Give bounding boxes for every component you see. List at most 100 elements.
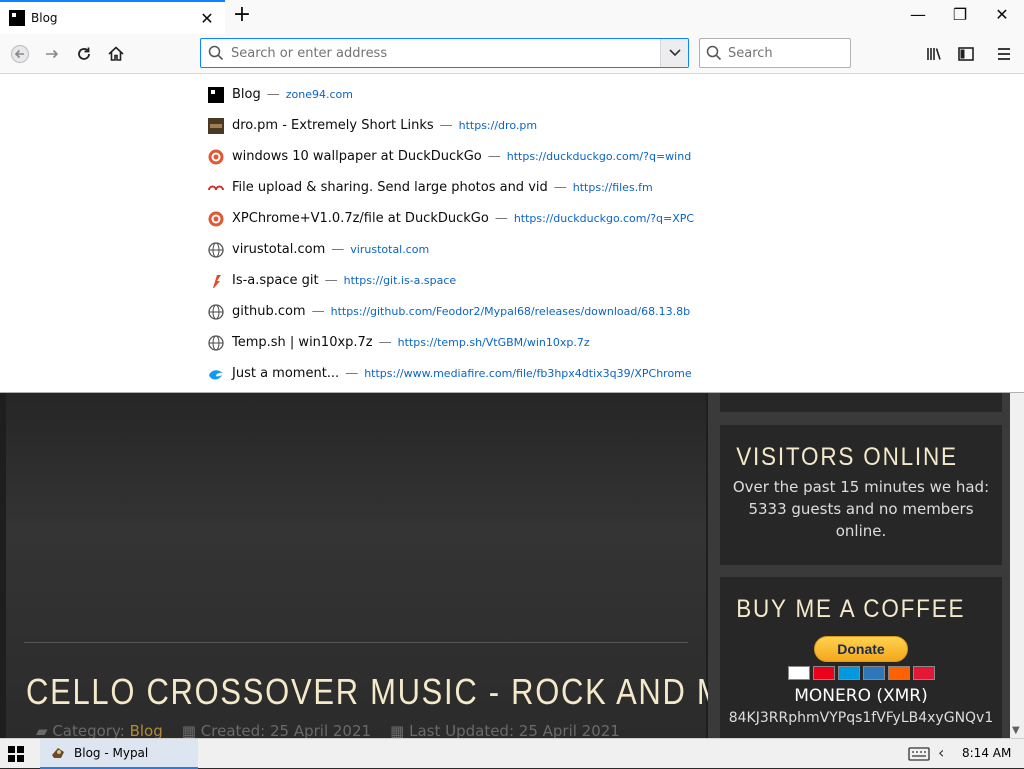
forward-button[interactable]: [38, 40, 66, 68]
article-title[interactable]: CELLO CROSSOVER MUSIC - ROCK AND METAL: [26, 671, 806, 713]
hamburger-menu-icon: [998, 48, 1010, 60]
created-date: Created: 25 April 2021: [200, 722, 372, 738]
autocomplete-item[interactable]: Just a moment... — https://www.mediafire…: [200, 358, 700, 389]
sidebar-toggle-button[interactable]: [952, 40, 980, 68]
maestro-icon: [837, 666, 860, 680]
discover-icon: [887, 666, 910, 680]
coin-address[interactable]: 84KJ3RRphmVYPqs1fVFyLB4xyGNQv1: [720, 710, 1002, 726]
item-separator: —: [311, 304, 325, 319]
unionpay-icon: [912, 666, 935, 680]
keyboard-icon[interactable]: [908, 745, 930, 763]
visitors-widget: VISITORS ONLINE Over the past 15 minutes…: [720, 425, 1002, 565]
autocomplete-item[interactable]: Blog — zone94.com: [200, 79, 700, 110]
autocomplete-item[interactable]: dro.pm - Extremely Short Links — https:/…: [200, 110, 700, 141]
autocomplete-item[interactable]: File upload & sharing. Send large photos…: [200, 172, 700, 203]
menu-button[interactable]: [990, 40, 1018, 68]
visa-icon: [787, 666, 810, 680]
autocomplete-item[interactable]: Is-a.space git — https://git.is-a.space: [200, 265, 700, 296]
reload-icon: [78, 47, 90, 60]
sidebar-icon: [958, 47, 974, 61]
article-meta: ▰ Category: Blog ▦ Created: 25 April 202…: [36, 722, 620, 738]
duckduckgo-icon: [208, 149, 224, 165]
updated-date: Last Updated: 25 April 2021: [409, 722, 620, 738]
item-title: File upload & sharing. Send large photos…: [232, 180, 548, 195]
item-separator: —: [487, 149, 501, 164]
url-dropdown-button[interactable]: [660, 39, 688, 67]
category-link[interactable]: Blog: [130, 722, 163, 738]
folder-icon: ▰: [36, 722, 53, 738]
start-button[interactable]: [0, 739, 32, 769]
back-arrow-icon: [11, 45, 29, 63]
item-separator: —: [439, 118, 453, 133]
git-icon: [208, 273, 224, 289]
mediafire-icon: [208, 366, 224, 382]
widget-top: [720, 393, 1002, 412]
taskbar-clock[interactable]: 8:14 AM: [962, 746, 1011, 760]
restore-button[interactable]: ❐: [940, 4, 980, 28]
article-area: CELLO CROSSOVER MUSIC - ROCK AND METAL ▰…: [6, 393, 805, 738]
item-title: XPChrome+V1.0.7z/file at DuckDuckGo: [232, 211, 489, 226]
item-separator: —: [378, 335, 392, 350]
item-separator: —: [266, 87, 280, 102]
mypal-app-icon: [52, 748, 64, 758]
autocomplete-item[interactable]: virustotal.com — virustotal.com: [200, 234, 700, 265]
reload-button[interactable]: [70, 40, 98, 68]
autocomplete-popup: Blog — zone94.com dro.pm - Extremely Sho…: [0, 74, 1024, 393]
search-bar[interactable]: [699, 38, 851, 68]
coffee-widget: BUY ME A COFFEE Donate MONERO (XMR) 84KJ…: [720, 577, 1002, 738]
url-input[interactable]: [231, 45, 660, 61]
globe-icon: [208, 241, 224, 258]
minimize-button[interactable]: —: [898, 4, 938, 28]
taskbar-app-mypal[interactable]: Blog - Mypal: [40, 739, 198, 769]
files-fm-icon: [208, 180, 224, 196]
tray-expand-icon[interactable]: ‹: [938, 743, 944, 762]
coin-name: MONERO (XMR): [794, 686, 928, 706]
item-title: windows 10 wallpaper at DuckDuckGo: [232, 149, 482, 164]
url-bar[interactable]: [200, 38, 689, 68]
item-url: https://temp.sh/VtGBM/win10xp.7z: [397, 336, 590, 349]
scroll-down-icon[interactable]: ▼: [1012, 725, 1020, 736]
page-sidebar: VISITORS ONLINE Over the past 15 minutes…: [708, 393, 1010, 738]
blog-favicon-icon: [9, 10, 25, 26]
taskbar: Blog - Mypal ‹ 8:14 AM: [0, 738, 1024, 769]
autocomplete-item[interactable]: Temp.sh | win10xp.7z — https://temp.sh/V…: [200, 327, 700, 358]
duckduckgo-icon: [208, 211, 224, 227]
library-icon: [927, 48, 941, 60]
black-square-icon: [208, 86, 224, 103]
web-page: CELLO CROSSOVER MUSIC - ROCK AND METAL ▰…: [0, 393, 1024, 738]
window-close-button[interactable]: ✕: [982, 4, 1022, 28]
search-icon: [201, 45, 231, 61]
item-separator: —: [331, 242, 345, 257]
donate-button[interactable]: Donate: [814, 636, 908, 662]
autocomplete-item[interactable]: XPChrome+V1.0.7z/file at DuckDuckGo — ht…: [200, 203, 700, 234]
tab-close-button[interactable]: ✕: [197, 9, 217, 28]
search-input[interactable]: [728, 45, 838, 61]
dro-pm-icon: [208, 117, 224, 134]
navigation-toolbar: [0, 34, 1024, 74]
coffee-title: BUY ME A COFFEE: [736, 595, 966, 623]
autocomplete-item[interactable]: github.com — https://github.com/Feodor2/…: [200, 296, 700, 327]
item-title: Just a moment...: [232, 366, 340, 381]
globe-icon: [208, 303, 224, 320]
item-separator: —: [324, 273, 338, 288]
mastercard-icon: [812, 666, 835, 680]
home-button[interactable]: [102, 40, 130, 68]
calendar-icon: ▦: [167, 722, 201, 738]
tab-blog[interactable]: Blog ✕: [0, 0, 225, 34]
new-tab-button[interactable]: +: [230, 4, 254, 28]
item-title: Temp.sh | win10xp.7z: [232, 335, 373, 350]
item-url: virustotal.com: [350, 243, 430, 256]
amex-icon: [862, 666, 885, 680]
item-url: https://github.com/Feodor2/Mypal68/relea…: [330, 305, 691, 318]
visitors-text: Over the past 15 minutes we had: 5333 gu…: [732, 478, 990, 540]
visitors-title: VISITORS ONLINE: [736, 443, 958, 471]
library-button[interactable]: [920, 40, 948, 68]
autocomplete-item[interactable]: windows 10 wallpaper at DuckDuckGo — htt…: [200, 141, 700, 172]
item-separator: —: [494, 211, 508, 226]
back-button[interactable]: [6, 40, 34, 68]
chevron-down-icon: [668, 49, 681, 57]
item-title: virustotal.com: [232, 242, 326, 257]
home-icon: [108, 46, 124, 61]
page-scrollbar[interactable]: ▼: [1010, 393, 1024, 738]
taskbar-app-label: Blog - Mypal: [74, 746, 149, 760]
